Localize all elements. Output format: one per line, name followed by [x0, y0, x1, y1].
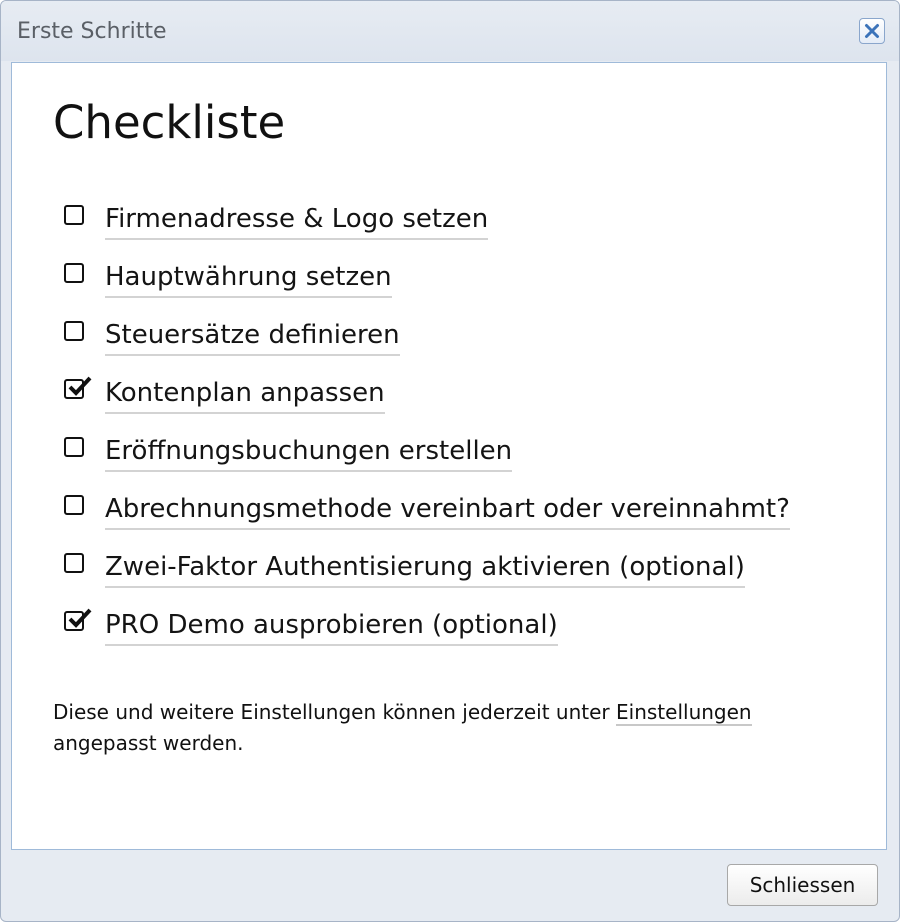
- checklist-item-link[interactable]: Steuersätze definieren: [105, 318, 400, 356]
- dialog-titlebar: Erste Schritte: [1, 1, 899, 61]
- settings-note-text: Diese und weitere Einstellungen können j…: [53, 700, 617, 724]
- checklist-item-link[interactable]: Kontenplan anpassen: [105, 376, 385, 414]
- close-button[interactable]: Schliessen: [727, 864, 878, 906]
- checkbox[interactable]: [64, 263, 84, 283]
- settings-note: Diese und weitere Einstellungen können j…: [53, 697, 843, 759]
- checklist-item-link[interactable]: Zwei-Faktor Authentisierung aktivieren (…: [105, 550, 745, 588]
- close-x-icon: [865, 24, 879, 38]
- close-dialog-button[interactable]: [859, 18, 885, 44]
- dialog: Erste Schritte Checkliste Firmenadresse …: [0, 0, 900, 922]
- checklist-item-link[interactable]: Eröffnungsbuchungen erstellen: [105, 434, 513, 472]
- checklist-heading: Checkliste: [53, 96, 286, 149]
- checkbox[interactable]: [64, 437, 84, 457]
- settings-note-text-end: angepasst werden.: [53, 731, 244, 755]
- checkbox[interactable]: [64, 608, 92, 631]
- settings-link[interactable]: Einstellungen: [616, 700, 752, 726]
- checkmark-icon: [68, 608, 92, 628]
- dialog-title: Erste Schritte: [17, 19, 167, 44]
- checkmark-icon: [68, 376, 92, 396]
- checklist-item-link[interactable]: Firmenadresse & Logo setzen: [105, 202, 489, 240]
- checkbox[interactable]: [64, 321, 84, 341]
- checkbox[interactable]: [64, 553, 84, 573]
- checkbox[interactable]: [64, 376, 92, 399]
- checklist-item-link[interactable]: Abrechnungsmethode vereinbart oder verei…: [105, 492, 790, 530]
- dialog-content: Checkliste Firmenadresse & Logo setzen H…: [11, 62, 887, 850]
- checkbox[interactable]: [64, 495, 84, 515]
- checklist-item-link[interactable]: Hauptwährung setzen: [105, 260, 392, 298]
- checklist-item-link[interactable]: PRO Demo ausprobieren (optional): [105, 608, 558, 646]
- checkbox[interactable]: [64, 205, 84, 225]
